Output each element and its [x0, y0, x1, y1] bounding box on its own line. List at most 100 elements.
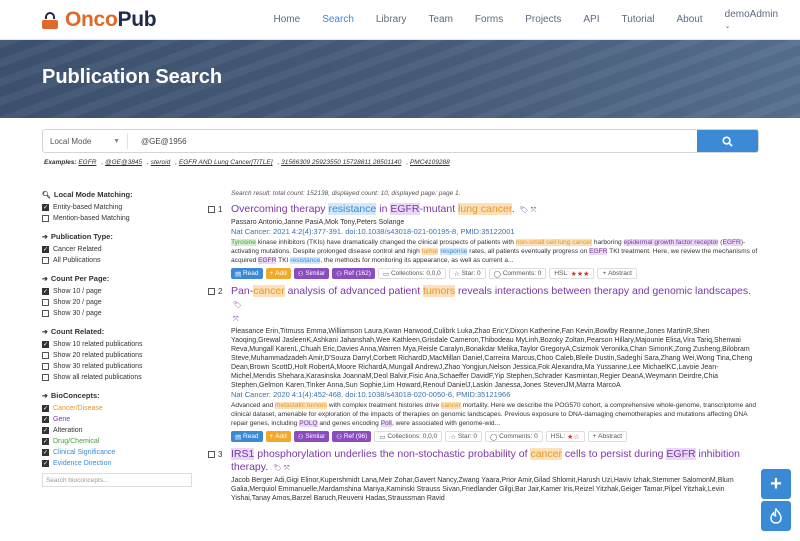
- option-evidence-direction[interactable]: ✓ Evidence Direction: [42, 458, 192, 469]
- nav-tutorial[interactable]: Tutorial: [622, 14, 655, 25]
- checkbox[interactable]: ✓: [42, 427, 49, 434]
- example-link[interactable]: EGFR AND Lung Cancer[TITLE]: [179, 159, 273, 166]
- abstract-text: harboring: [592, 239, 624, 246]
- tag-icon[interactable]: 🏷︎: [520, 207, 529, 214]
- expand-icon[interactable]: ⤧: [233, 316, 239, 323]
- checkbox[interactable]: [42, 363, 49, 370]
- checkbox[interactable]: ✓: [42, 246, 49, 253]
- read-button[interactable]: ▤ Read: [231, 431, 263, 442]
- example-link[interactable]: steroid: [151, 159, 171, 166]
- star-badge[interactable]: ☆ Star: 0: [448, 268, 486, 279]
- search-input[interactable]: @GE@1956: [128, 130, 697, 152]
- option-related-30[interactable]: Show 30 related publications: [42, 361, 192, 372]
- option-alteration[interactable]: ✓ Alteration: [42, 425, 192, 436]
- option-all-publications[interactable]: All Publications: [42, 255, 192, 266]
- collections-badge[interactable]: ▭ Collections: 0,0,0: [377, 268, 446, 279]
- checkbox[interactable]: ✓: [42, 416, 49, 423]
- select-checkbox[interactable]: [208, 451, 215, 458]
- similar-button[interactable]: ⚇ Similar: [293, 268, 330, 279]
- bioconcept-search-input[interactable]: Search bioconcepts...: [42, 473, 192, 487]
- option-label: Show 20 related publications: [53, 352, 143, 359]
- option-entity-matching[interactable]: ✓ Entity-based Matching: [42, 202, 192, 213]
- example-link[interactable]: @GE@3845: [105, 159, 142, 166]
- add-button[interactable]: + Add: [265, 268, 291, 279]
- result-title[interactable]: IRS1 phosphorylation underlies the non-s…: [231, 448, 760, 475]
- brand-logo[interactable]: OncoPub: [40, 8, 268, 32]
- ref-button[interactable]: ⚇ Ref (96): [332, 431, 372, 442]
- option-show-30[interactable]: Show 30 / page: [42, 308, 192, 319]
- count-per-page-section: ➔ Count Per Page: ✓ Show 10 / page Show 20…: [42, 274, 192, 319]
- section-title: BioConcepts:: [50, 391, 100, 400]
- example-link[interactable]: PMC4109288: [410, 159, 450, 166]
- ref-button[interactable]: ⚇ Ref (162): [332, 268, 375, 279]
- option-gene[interactable]: ✓ Gene: [42, 414, 192, 425]
- result-journal[interactable]: Nat Cancer: 2020 4:1(4):452-468. doi:10.…: [231, 390, 760, 400]
- checkbox[interactable]: [42, 374, 49, 381]
- abstract-button[interactable]: + Abstract: [587, 431, 628, 442]
- abstract-highlight: response: [440, 248, 468, 255]
- option-related-10[interactable]: ✓ Show 10 related publications: [42, 339, 192, 350]
- option-related-20[interactable]: Show 20 related publications: [42, 350, 192, 361]
- option-mention-matching[interactable]: Mention-based Matching: [42, 213, 192, 224]
- result-journal[interactable]: Nat Cancer: 2021 4:2(4):377-391. doi:10.…: [231, 227, 760, 237]
- nav-search[interactable]: Search: [322, 14, 354, 25]
- checkbox[interactable]: ✓: [42, 204, 49, 211]
- title-highlight: EGFR: [390, 203, 420, 215]
- select-checkbox[interactable]: [208, 206, 215, 213]
- nav-api[interactable]: API: [583, 14, 599, 25]
- nav-forms[interactable]: Forms: [475, 14, 503, 25]
- checkbox[interactable]: [42, 215, 49, 222]
- nav-projects[interactable]: Projects: [525, 14, 561, 25]
- search-bar: Local Mode ▼ @GE@1956: [42, 129, 759, 153]
- abstract-text: , were associated with genome-wid...: [391, 420, 501, 427]
- read-button[interactable]: ▤ Read: [231, 268, 263, 279]
- option-cancer-disease[interactable]: ✓ Cancer/Disease: [42, 403, 192, 414]
- nav-about[interactable]: About: [677, 14, 703, 25]
- star-badge[interactable]: ☆ Star: 0: [445, 431, 482, 442]
- option-clinical-significance[interactable]: ✓ Clinical Significance: [42, 447, 192, 458]
- title-text: Overcoming therapy: [231, 203, 329, 215]
- select-checkbox[interactable]: [208, 288, 215, 295]
- search-button[interactable]: [697, 130, 758, 152]
- hot-fab-button[interactable]: [761, 501, 791, 531]
- comments-badge[interactable]: ◯ Comments: 0: [488, 268, 547, 279]
- similar-button[interactable]: ⚇ Similar: [293, 431, 330, 442]
- checkbox[interactable]: ✓: [42, 438, 49, 445]
- abstract-text: kinase inhibitors (TKIs) have dramatical…: [255, 239, 516, 246]
- expand-icon[interactable]: ⤧: [530, 207, 536, 214]
- checkbox[interactable]: ✓: [42, 449, 49, 456]
- checkbox[interactable]: [42, 257, 49, 264]
- checkbox[interactable]: [42, 352, 49, 359]
- checkbox[interactable]: ✓: [42, 405, 49, 412]
- comments-badge[interactable]: ◯ Comments: 0: [484, 431, 543, 442]
- option-show-10[interactable]: ✓ Show 10 / page: [42, 286, 192, 297]
- search-mode-select[interactable]: Local Mode ▼: [43, 130, 127, 152]
- result-title[interactable]: Pan-cancer analysis of advanced patient …: [231, 285, 760, 326]
- checkbox[interactable]: [42, 299, 49, 306]
- option-cancer-related[interactable]: ✓ Cancer Related: [42, 244, 192, 255]
- option-drug-chemical[interactable]: ✓ Drug/Chemical: [42, 436, 192, 447]
- nav-library[interactable]: Library: [376, 14, 407, 25]
- collections-badge[interactable]: ▭ Collections: 0,0,0: [374, 431, 443, 442]
- nav-home[interactable]: Home: [274, 14, 301, 25]
- add-fab-button[interactable]: +: [761, 469, 791, 499]
- tag-icon[interactable]: 🏷︎: [233, 302, 242, 309]
- nav-team[interactable]: Team: [428, 14, 452, 25]
- tag-icon[interactable]: 🏷︎: [273, 465, 282, 472]
- result-title[interactable]: Overcoming therapy resistance in EGFR-mu…: [231, 203, 760, 217]
- expand-icon[interactable]: ⤧: [284, 465, 290, 472]
- checkbox[interactable]: ✓: [42, 341, 49, 348]
- title-text: analysis of advanced patient: [284, 285, 424, 297]
- option-show-20[interactable]: Show 20 / page: [42, 297, 192, 308]
- option-related-all[interactable]: Show all related publications: [42, 372, 192, 383]
- checkbox[interactable]: ✓: [42, 460, 49, 467]
- nav-user-menu[interactable]: demoAdmin ⌄: [725, 9, 778, 31]
- example-link[interactable]: EGFR: [78, 159, 96, 166]
- add-button[interactable]: + Add: [265, 431, 291, 442]
- example-link[interactable]: 31566309 25923550 15728811 28501140: [281, 159, 401, 166]
- checkbox[interactable]: [42, 310, 49, 317]
- title-text: cells to persist during: [561, 448, 667, 460]
- checkbox[interactable]: ✓: [42, 288, 49, 295]
- chevron-down-icon: ⌄: [724, 22, 731, 30]
- abstract-button[interactable]: + Abstract: [597, 268, 637, 279]
